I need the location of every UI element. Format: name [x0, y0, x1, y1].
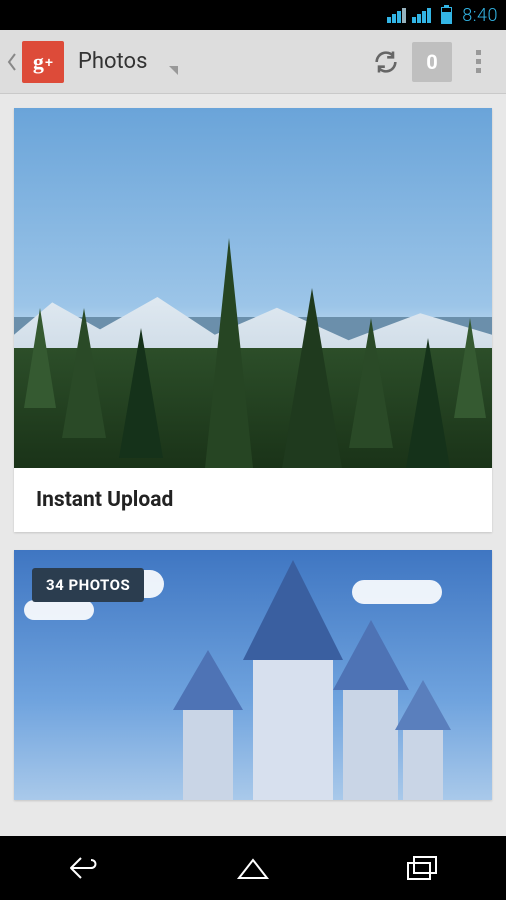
recents-icon: [406, 855, 438, 881]
android-nav-bar: [0, 836, 506, 900]
signal-icon-2: [412, 8, 431, 23]
album-title: Instant Upload: [14, 468, 492, 532]
nav-recents-button[interactable]: [387, 848, 457, 888]
logo-g: g: [33, 49, 44, 75]
nav-home-button[interactable]: [218, 848, 288, 888]
google-plus-logo[interactable]: g+: [22, 41, 64, 83]
notification-count: 0: [426, 50, 437, 74]
battery-icon: [441, 7, 452, 24]
spinner-caret-icon: [169, 66, 178, 75]
content-scroll[interactable]: Instant Upload 34 PHOTOS: [0, 94, 506, 836]
album-cover-image: [14, 108, 492, 468]
album-card-instant-upload[interactable]: Instant Upload: [14, 108, 492, 532]
title-spinner[interactable]: Photos: [78, 48, 360, 75]
photo-count-badge: 34 PHOTOS: [32, 568, 144, 602]
overflow-menu-button[interactable]: [456, 40, 500, 84]
home-icon: [233, 854, 273, 882]
signal-icon: [387, 8, 406, 23]
notification-count-button[interactable]: 0: [412, 42, 452, 82]
album-card-photos[interactable]: 34 PHOTOS: [14, 550, 492, 800]
app-action-bar: g+ Photos 0: [0, 30, 506, 94]
status-clock: 8:40: [462, 5, 498, 26]
overflow-icon: [476, 50, 481, 73]
back-icon: [67, 854, 101, 882]
page-title: Photos: [78, 49, 147, 74]
logo-plus: +: [45, 54, 53, 70]
up-caret-icon[interactable]: [6, 50, 18, 74]
nav-back-button[interactable]: [49, 848, 119, 888]
refresh-icon: [372, 48, 400, 76]
android-status-bar: 8:40: [0, 0, 506, 30]
refresh-button[interactable]: [364, 40, 408, 84]
